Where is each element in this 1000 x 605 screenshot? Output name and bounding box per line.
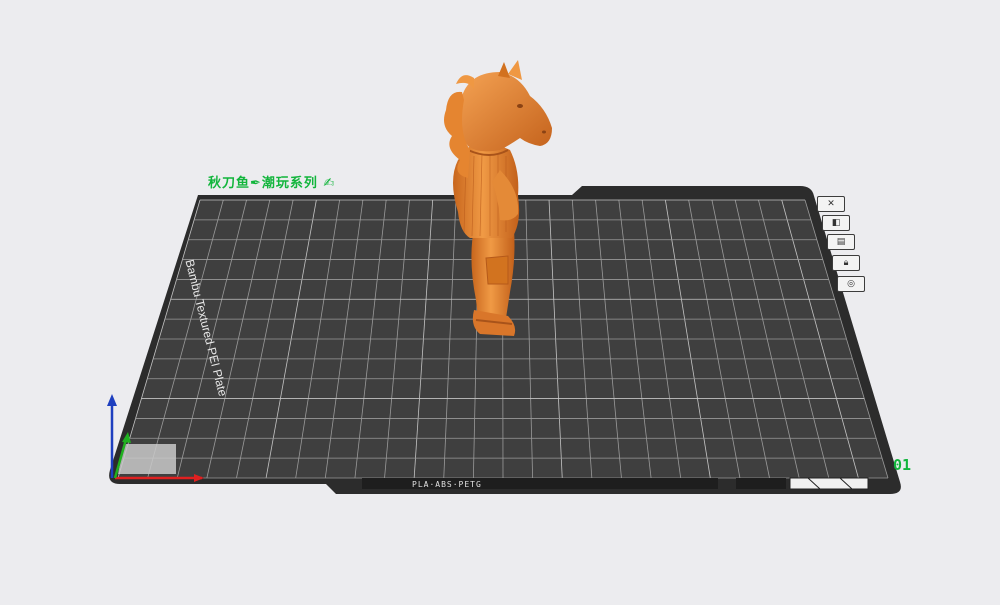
3d-viewport[interactable]: 秋刀鱼✒潮玩系列 ✍ 01 Bambu Textured PEI Plate P… — [0, 0, 1000, 601]
plate-delete-button[interactable]: ✕ — [817, 196, 845, 212]
eye-settings-icon: ◎ — [847, 279, 855, 289]
origin-square — [118, 444, 176, 474]
plate-lock-button[interactable]: 🔒︎ — [832, 255, 860, 271]
scene-canvas[interactable] — [0, 0, 1000, 601]
plate-name-label[interactable]: 秋刀鱼✒潮玩系列 ✍ — [208, 172, 335, 191]
close-icon: ✕ — [827, 199, 835, 209]
bed-filament-text: PLA·ABS·PETG — [412, 480, 482, 489]
plate-settings-button[interactable]: ◎ — [837, 276, 865, 292]
plate-number-label: 01 — [893, 456, 912, 474]
arrange-icon: ◧ — [831, 218, 841, 228]
orient-icon: ▤ — [836, 237, 846, 247]
plate-orient-button[interactable]: ▤ — [827, 234, 855, 250]
plate-arrange-button[interactable]: ◧ — [822, 215, 850, 231]
lock-icon: 🔒︎ — [843, 258, 849, 268]
